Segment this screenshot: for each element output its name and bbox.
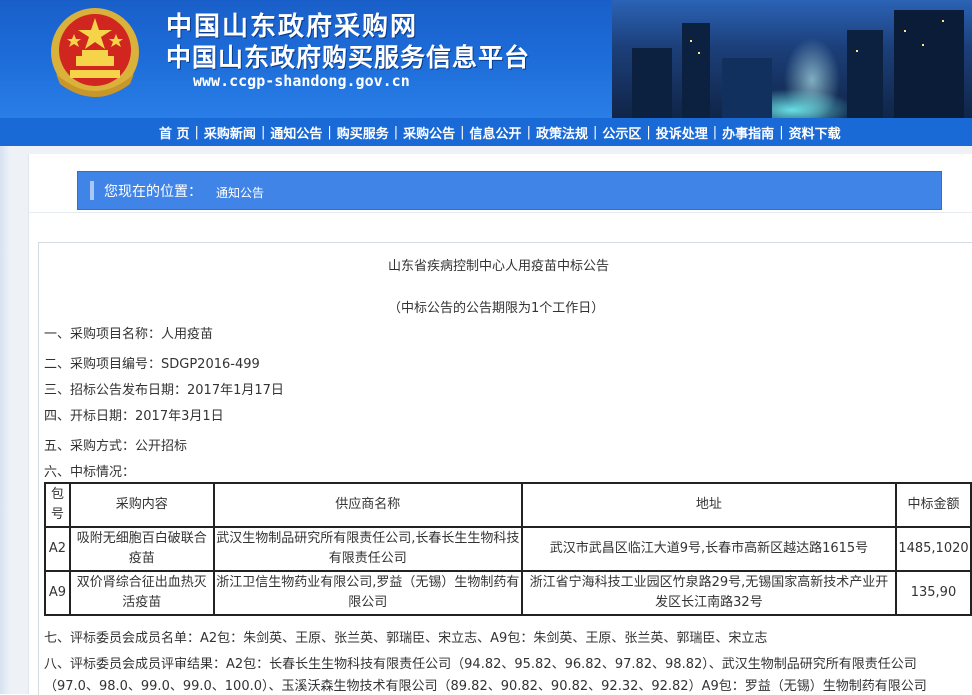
nav-item-downloads[interactable]: 资料下载 <box>785 123 845 142</box>
table-header-cell: 中标金额 <box>894 482 972 528</box>
nav-item-notices[interactable]: 通知公告 <box>266 123 326 142</box>
table-header-row: 包号 采购内容 供应商名称 地址 中标金额 <box>44 482 972 528</box>
table-cell-address: 武汉市武昌区临江大道9号,长春市高新区越达路1615号 <box>520 526 897 572</box>
table-cell-package: A9 <box>44 570 71 616</box>
nav-item-purchase-services[interactable]: 购买服务 <box>333 123 393 142</box>
nav-item-procurement-news[interactable]: 采购新闻 <box>200 123 260 142</box>
nav-item-info-disclosure[interactable]: 信息公开 <box>466 123 526 142</box>
national-emblem-logo <box>51 8 139 97</box>
table-row: A9 双价肾综合征出血热灭活疫苗 浙江卫信生物药业有限公司,罗益（无锡）生物制药… <box>44 570 972 616</box>
table-header-cell: 包号 <box>44 482 71 528</box>
table-cell-address: 浙江省宁海科技工业园区竹泉路29号,无锡国家高新技术产业开发区长江南路32号 <box>520 570 897 616</box>
table-row: A2 吸附无细胞百白破联合疫苗 武汉生物制品研究所有限责任公司,长春长生生物科技… <box>44 526 972 572</box>
info-project-number: 二、采购项目编号：SDGP2016-499 <box>44 357 260 372</box>
breadcrumb-label: 您现在的位置： <box>104 184 202 200</box>
nav-item-service-guide[interactable]: 办事指南 <box>718 123 778 142</box>
nav-item-policies[interactable]: 政策法规 <box>532 123 592 142</box>
breadcrumb: 您现在的位置： 通知公告 <box>77 171 942 210</box>
committee-members: 七、评标委员会成员名单：A2包：朱剑英、王原、张兰英、郭瑞臣、宋立志、A9包：朱… <box>44 631 768 646</box>
table-cell-amount: 1485,1020 <box>894 526 972 572</box>
breadcrumb-link-notices[interactable]: 通知公告 <box>216 184 264 201</box>
info-opening-date: 四、开标日期：2017年3月1日 <box>44 409 224 424</box>
table-header-cell: 采购内容 <box>68 482 215 528</box>
table-cell-package: A2 <box>44 526 71 572</box>
left-decoration <box>0 146 10 694</box>
info-award-heading: 六、中标情况： <box>44 465 136 480</box>
site-url: www.ccgp-shandong.gov.cn <box>193 72 410 90</box>
info-announce-date: 三、招标公告发布日期：2017年1月17日 <box>44 383 284 398</box>
nav-item-complaints[interactable]: 投诉处理 <box>652 123 712 142</box>
award-table: 包号 采购内容 供应商名称 地址 中标金额 A2 吸附无细胞百白破联合疫苗 武汉… <box>44 482 972 616</box>
nav-item-public-notice-area[interactable]: 公示区 <box>598 123 645 142</box>
table-cell-content: 吸附无细胞百白破联合疫苗 <box>68 526 215 572</box>
table-cell-content: 双价肾综合征出血热灭活疫苗 <box>68 570 215 616</box>
nav-item-procurement-announcements[interactable]: 采购公告 <box>399 123 459 142</box>
table-header-cell: 供应商名称 <box>212 482 523 528</box>
city-skyline-image <box>612 0 972 118</box>
table-cell-supplier: 武汉生物制品研究所有限责任公司,长春长生生物科技有限责任公司 <box>212 526 523 572</box>
divider <box>28 212 972 213</box>
info-procurement-method: 五、采购方式：公开招标 <box>44 439 188 454</box>
breadcrumb-marker <box>90 181 94 200</box>
article-title: 山东省疾病控制中心人用疫苗中标公告 <box>388 259 610 274</box>
site-subtitle: 中国山东政府购买服务信息平台 <box>166 43 531 72</box>
nav-item-home[interactable]: 首 页 <box>155 123 194 142</box>
review-results-line-1: 八、评标委员会成员评审结果：A2包：长春长生生物科技有限责任公司（94.82、9… <box>44 657 917 672</box>
site-banner: 中国山东政府采购网 中国山东政府购买服务信息平台 www.ccgp-shando… <box>0 0 972 118</box>
main-nav: 首 页 | 采购新闻 | 通知公告 | 购买服务 | 采购公告 | 信息公开 | 政策法规 |… <box>155 118 845 146</box>
article-notice: （中标公告的公告期限为1个工作日） <box>388 301 605 316</box>
table-cell-supplier: 浙江卫信生物药业有限公司,罗益（无锡）生物制药有限公司 <box>212 570 523 616</box>
info-project-name: 一、采购项目名称：人用疫苗 <box>44 327 214 342</box>
table-header-cell: 地址 <box>520 482 897 528</box>
table-cell-amount: 135,90 <box>894 570 972 616</box>
review-results-line-2: （97.0、98.0、99.0、99.0、100.0）、玉溪沃森生物技术有限公司… <box>44 679 927 694</box>
main-nav-bar: 首 页 | 采购新闻 | 通知公告 | 购买服务 | 采购公告 | 信息公开 | 政策法规 |… <box>0 118 972 146</box>
